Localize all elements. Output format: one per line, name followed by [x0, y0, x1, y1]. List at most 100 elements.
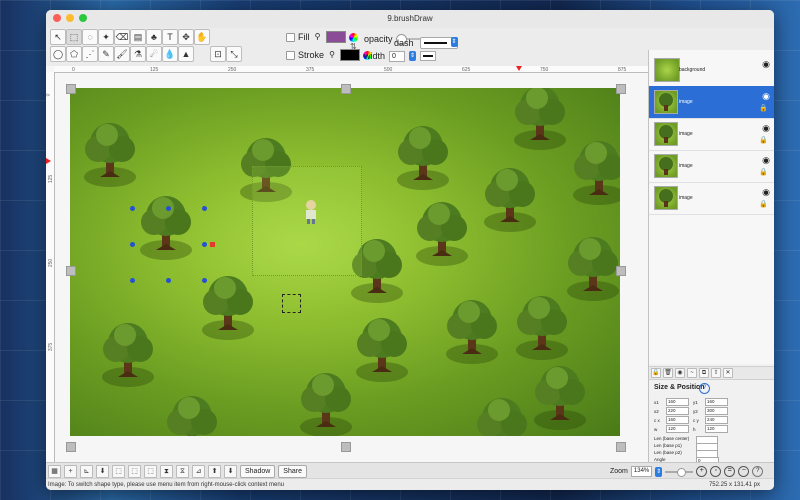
arrow-tool[interactable]: ↖ [50, 29, 66, 45]
flip-horizontal-icon[interactable]: ⧗ [160, 465, 173, 478]
align-icon[interactable]: ⊾ [80, 465, 93, 478]
rect-select-tool[interactable]: ⬚ [66, 29, 82, 45]
width-stepper[interactable]: ⇕ [409, 51, 417, 61]
field-input[interactable]: 300 [705, 407, 728, 415]
wand2-tool[interactable]: ⋰ [82, 46, 98, 62]
eye-icon[interactable]: ◉ [762, 187, 770, 198]
pencil-tool[interactable]: ✎ [98, 46, 114, 62]
eye-icon[interactable]: ◉ [762, 59, 770, 70]
selection-handle[interactable] [130, 242, 135, 247]
stroke-eyedropper-icon[interactable]: ⚲ [327, 50, 337, 60]
layer-row[interactable]: background ◉ [649, 54, 774, 87]
field-input[interactable]: 220 [666, 407, 689, 415]
smudge-tool[interactable]: ☄ [146, 46, 162, 62]
share-button[interactable]: Share [278, 465, 307, 478]
shadow-button[interactable]: Shadow [240, 465, 276, 478]
dash-chevron-icon[interactable]: ⇕ [450, 37, 458, 47]
link-icon[interactable]: ~ [687, 368, 697, 378]
page-resize-handle[interactable] [66, 266, 76, 276]
fill-color-swatch[interactable] [325, 31, 346, 43]
page-resize-handle[interactable] [341, 84, 351, 94]
close-icon[interactable]: ✕ [723, 368, 733, 378]
fit-width-icon[interactable]: ⬚ [128, 465, 141, 478]
eye-icon[interactable]: ◉ [762, 91, 770, 102]
text-tool[interactable]: T [162, 29, 178, 45]
duplicate-icon[interactable]: ⧉ [699, 368, 709, 378]
zoom-out-icon[interactable]: − [738, 466, 750, 477]
grid-icon[interactable]: ▦ [48, 465, 61, 478]
canvas-area[interactable]: 0 125 250 375 500 625 750 875 0 125 250 375 [46, 66, 648, 462]
lock-icon[interactable]: 🔒 [651, 368, 661, 378]
highlight-area[interactable] [252, 166, 362, 276]
layer-row[interactable]: image ◉ 🔒 [649, 118, 774, 151]
layer-row[interactable]: image ◉ 🔒 [649, 150, 774, 183]
page-resize-handle[interactable] [66, 442, 76, 452]
drop-tool[interactable]: 💧 [162, 46, 178, 62]
up-icon[interactable]: ⇧ [711, 368, 721, 378]
eraser-tool[interactable]: ⌫ [114, 29, 130, 45]
zoom-slider[interactable] [665, 467, 694, 477]
page-resize-handle[interactable] [341, 442, 351, 452]
move-tool[interactable]: ✥ [178, 29, 194, 45]
selection-handle[interactable] [130, 206, 135, 211]
flip-vertical-icon[interactable]: ⧖ [176, 465, 189, 478]
fill-color-wheel-icon[interactable] [348, 32, 358, 42]
lasso-tool[interactable]: ◯ [50, 46, 66, 62]
selection-handle[interactable] [202, 206, 207, 211]
trash-icon[interactable]: 🗑 [663, 368, 673, 378]
zoom-in-icon[interactable]: + [696, 466, 708, 477]
selection-handle[interactable] [130, 278, 135, 283]
selection-handle[interactable] [202, 278, 207, 283]
help-icon[interactable]: ? [752, 466, 764, 477]
zoom-chevron-icon[interactable]: ⇕ [655, 466, 663, 477]
field-input[interactable]: 240 [705, 416, 728, 424]
fill-eyedropper-icon[interactable]: ⚲ [313, 32, 323, 42]
help-icon[interactable]: ? [699, 383, 710, 394]
fill-checkbox[interactable] [286, 32, 295, 42]
stroke-checkbox[interactable] [286, 50, 295, 60]
field-input[interactable]: 160 [666, 398, 689, 406]
dash-style-select[interactable]: ⇕ [419, 37, 458, 49]
page-resize-handle[interactable] [616, 442, 626, 452]
layer-row[interactable]: image ◉ 🔒 [649, 86, 774, 119]
lock-icon[interactable]: 🔒 [759, 136, 768, 144]
field-input[interactable]: 160 [666, 416, 689, 424]
line-style-selector[interactable] [420, 51, 437, 61]
fit-height-icon[interactable]: ⬚ [144, 465, 157, 478]
lock-icon[interactable]: 🔒 [759, 200, 768, 208]
magic-wand-tool[interactable]: ✦ [98, 29, 114, 45]
selection-handle[interactable] [166, 278, 171, 283]
lock-icon[interactable]: 🔒 [759, 104, 768, 112]
polygon-lasso-tool[interactable]: ⬠ [66, 46, 82, 62]
field-input[interactable]: 160 [705, 398, 728, 406]
fit-icon[interactable]: ⬚ [112, 465, 125, 478]
page-resize-handle[interactable] [66, 84, 76, 94]
layer-row[interactable]: image ◉ 🔒 [649, 182, 774, 215]
page-resize-handle[interactable] [616, 266, 626, 276]
page-resize-handle[interactable] [616, 84, 626, 94]
width-input[interactable]: 0 [389, 50, 406, 62]
gradient-tool[interactable]: ▤ [130, 29, 146, 45]
zoom-actual-icon[interactable]: = [724, 466, 736, 477]
crop-tool[interactable]: ⊡ [210, 46, 226, 62]
zoom-slider-knob[interactable] [677, 467, 687, 477]
resize-tool[interactable]: ⤡ [226, 46, 242, 62]
stamp-tool[interactable]: ♣ [146, 29, 162, 45]
mirror-icon[interactable]: ⊿ [192, 465, 205, 478]
dashed-selection-box[interactable] [282, 294, 301, 313]
swap-colors-icon[interactable]: ⇅ [350, 42, 357, 51]
ellipse-select-tool[interactable]: ◌ [82, 29, 98, 45]
eye-icon[interactable]: ◉ [762, 123, 770, 134]
crosshair-icon[interactable]: + [64, 465, 77, 478]
visibility-icon[interactable]: ◉ [675, 368, 685, 378]
zoom-value[interactable]: 134% [630, 466, 653, 477]
eyedropper-tool[interactable]: ⚗ [130, 46, 146, 62]
cone-tool[interactable]: ▲ [178, 46, 194, 62]
eye-icon[interactable]: ◉ [762, 155, 770, 166]
lock-icon[interactable]: 🔒 [759, 168, 768, 176]
rotation-handle[interactable] [210, 242, 215, 247]
selection-handle[interactable] [202, 242, 207, 247]
field-input[interactable]: 120 [705, 425, 728, 433]
import-icon[interactable]: ⬇ [96, 465, 109, 478]
selection-handle[interactable] [166, 206, 171, 211]
